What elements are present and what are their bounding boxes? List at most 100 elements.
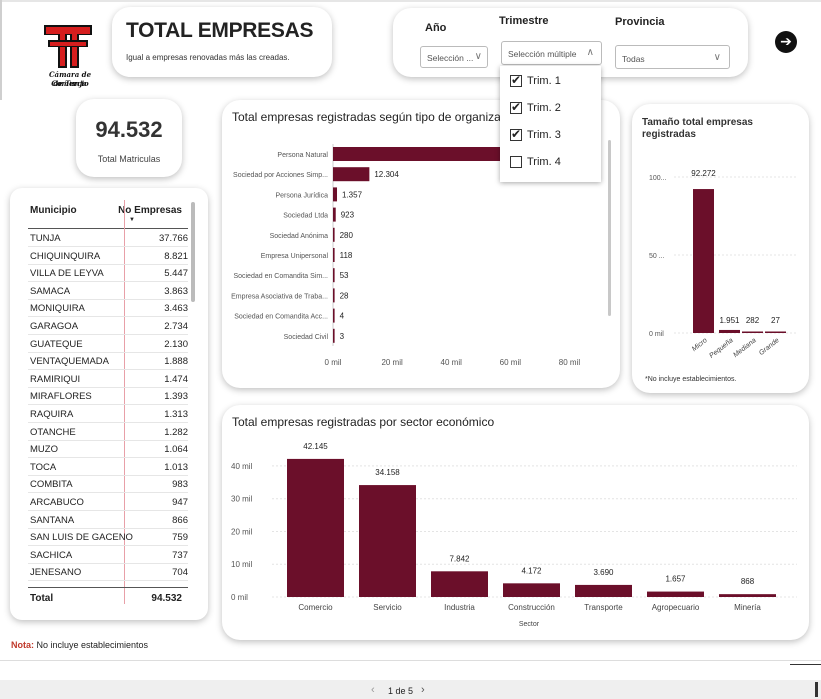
size-data-label: 92.272	[691, 169, 716, 178]
chevron-down-icon: ∨	[713, 52, 721, 63]
cell-empresas: 1.313	[164, 409, 188, 420]
table-row[interactable]: ARCABUCO 947	[28, 494, 188, 511]
checkbox-checked-icon[interactable]	[510, 100, 522, 114]
cell-empresas: 1.393	[164, 391, 188, 403]
org-type-category-label: Empresa Asociativa de Traba...	[231, 293, 328, 300]
top-rule	[0, 0, 821, 2]
org-type-category-label: Empresa Unipersonal	[261, 253, 329, 260]
org-type-data-label: 280	[340, 231, 354, 240]
cell-empresas: 1.064	[164, 444, 188, 456]
sector-data-label: 4.172	[521, 566, 542, 575]
page-next-button[interactable]: ›	[421, 684, 425, 696]
table-row[interactable]: TUNJA 37.766	[28, 230, 188, 247]
table-row[interactable]: VENTAQUEMADA 1.888	[28, 353, 188, 371]
quarter-option-4[interactable]: Trim. 4	[510, 155, 561, 169]
checkbox-checked-icon[interactable]	[510, 127, 522, 141]
cell-empresas: 704	[172, 567, 188, 579]
checkbox-empty-icon[interactable]	[510, 156, 522, 168]
table-row[interactable]: MIRAFLORES 1.393	[28, 388, 188, 406]
footnote-prefix: Nota:	[11, 640, 34, 650]
quarter-filter-label: Trimestre	[499, 15, 549, 27]
year-filter-dropdown[interactable]: Selección ... ∨	[420, 46, 488, 68]
header-no-empresas[interactable]: No Empresas	[118, 205, 182, 216]
size-y-tick: 50 ...	[649, 253, 665, 260]
sector-bar[interactable]	[503, 583, 560, 597]
size-category-label: Pequeña	[708, 337, 734, 360]
sector-bar[interactable]	[431, 571, 488, 597]
org-type-data-label: 28	[340, 291, 349, 300]
table-row[interactable]: RAMIRIQUI 1.474	[28, 371, 188, 388]
checkbox-checked-icon[interactable]	[510, 73, 522, 87]
table-row[interactable]: MONIQUIRA 3.463	[28, 300, 188, 318]
table-row[interactable]: JENESANO 704	[28, 564, 188, 582]
org-type-bar[interactable]	[333, 268, 335, 283]
table-row[interactable]: MUZO 1.064	[28, 441, 188, 459]
cell-municipio: SACHICA	[30, 549, 73, 561]
org-type-bar[interactable]	[333, 167, 370, 182]
org-type-bar[interactable]	[333, 308, 335, 323]
table-total-value: 94.532	[151, 593, 182, 604]
org-type-bar[interactable]	[333, 187, 338, 202]
header-municipio[interactable]: Municipio	[30, 205, 77, 216]
size-bar[interactable]	[742, 331, 763, 334]
page-prev-button[interactable]: ‹	[371, 684, 375, 696]
municipio-table: Municipio No Empresas ▼ TUNJA 37.766 CHIQU…	[28, 200, 200, 610]
resize-handle[interactable]	[815, 682, 818, 697]
size-chart-footnote: *No incluye establecimientos.	[645, 376, 737, 383]
table-row[interactable]: COMBITA 983	[28, 476, 188, 494]
table-row[interactable]: SAMACA 3.863	[28, 283, 188, 300]
quarter-option-3[interactable]: Trim. 3	[510, 127, 561, 142]
org-type-data-label: 118	[340, 251, 353, 260]
table-row[interactable]: CHIQUINQUIRA 8.821	[28, 248, 188, 265]
sector-category-label: Comercio	[298, 603, 333, 612]
sector-bar[interactable]	[287, 458, 344, 597]
quarter-option-2[interactable]: Trim. 2	[510, 100, 561, 115]
province-filter-dropdown[interactable]: Todas ∨	[615, 45, 730, 69]
size-bar[interactable]	[693, 189, 714, 333]
sector-bar[interactable]	[575, 584, 632, 597]
org-type-bar[interactable]	[333, 288, 335, 303]
size-bar[interactable]	[765, 331, 786, 334]
org-type-x-tick: 20 mil	[381, 358, 403, 367]
table-row[interactable]: OTANCHE 1.282	[28, 424, 188, 441]
table-scrollbar[interactable]	[191, 202, 195, 302]
sector-y-tick: 30 mil	[231, 495, 253, 504]
table-row[interactable]: GUATEQUE 2.130	[28, 336, 188, 353]
next-page-button[interactable]: ➔	[775, 31, 797, 53]
size-data-label: 282	[746, 316, 760, 325]
table-row[interactable]: GARAGOA 2.734	[28, 318, 188, 335]
sector-bar[interactable]	[647, 591, 704, 597]
org-type-bar[interactable]	[333, 227, 335, 242]
org-type-bar[interactable]	[333, 328, 335, 343]
sector-y-tick: 0 mil	[231, 593, 248, 602]
quarter-filter-value: Selección múltiple	[508, 49, 577, 59]
org-type-data-label: 4	[340, 312, 345, 321]
org-type-bar[interactable]	[333, 147, 510, 161]
cell-municipio: SAMACA	[30, 285, 71, 297]
table-row[interactable]: SAN LUIS DE GACENO 759	[28, 529, 188, 547]
org-type-bar[interactable]	[333, 248, 335, 262]
sector-bar[interactable]	[359, 485, 416, 597]
org-type-x-tick: 40 mil	[441, 358, 463, 367]
size-chart: 0 mil 50 ... 100... 92.272 Micro 1.951 Pequeña…	[649, 169, 797, 360]
table-row[interactable]: TOCA 1.013	[28, 459, 188, 476]
size-data-label: 1.951	[719, 316, 740, 325]
quarter-filter-dropdown[interactable]: Selección múltiple ∧	[501, 41, 602, 65]
cell-municipio: SANTANA	[30, 514, 75, 526]
logo: Cámara de Comercio de Tunja	[30, 22, 110, 92]
sector-x-axis-label: Sector	[519, 621, 540, 628]
table-row[interactable]: SANTANA 866	[28, 512, 188, 529]
table-total-label: Total	[30, 593, 54, 604]
quarter-option-label: Trim. 4	[527, 156, 561, 168]
org-type-bar[interactable]	[333, 207, 336, 222]
cell-empresas: 983	[172, 479, 188, 491]
quarter-option-label: Trim. 3	[527, 129, 561, 141]
quarter-option-1[interactable]: Trim. 1	[510, 73, 561, 88]
sector-bar[interactable]	[719, 594, 776, 597]
chart-scrollbar[interactable]	[608, 140, 611, 316]
cell-empresas: 3.863	[164, 285, 188, 297]
table-row[interactable]: RAQUIRA 1.313	[28, 406, 188, 423]
size-bar[interactable]	[719, 329, 740, 333]
table-row[interactable]: VILLA DE LEYVA 5.447	[28, 265, 188, 283]
table-row[interactable]: SACHICA 737	[28, 547, 188, 564]
